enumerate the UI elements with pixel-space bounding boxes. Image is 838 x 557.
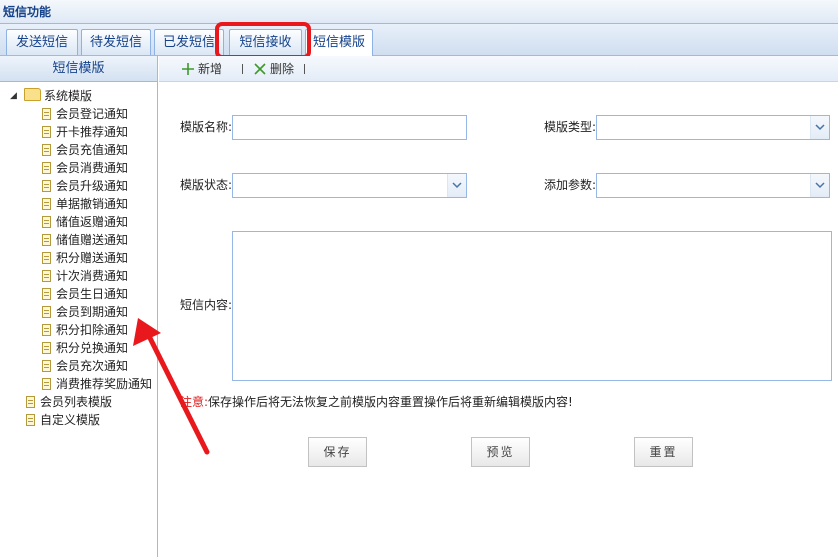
sidebar-header: 短信模版	[0, 56, 157, 82]
x-icon	[254, 63, 266, 75]
tree-leaf-label: 会员消费通知	[56, 161, 129, 175]
tree-collapse-icon[interactable]: ◢	[10, 91, 17, 101]
sms-content-label: 短信内容:	[180, 298, 233, 312]
template-status-select[interactable]	[232, 173, 467, 198]
tree-node-label: 自定义模版	[40, 413, 101, 427]
tab-sent-sms[interactable]: 已发短信	[154, 29, 224, 55]
document-icon	[42, 306, 51, 318]
tab-bar: 发送短信 待发短信 已发短信 短信接收 短信模版	[0, 24, 838, 56]
tree-leaf-template[interactable]: 积分兑换通知	[42, 339, 128, 357]
document-icon	[42, 180, 51, 192]
tree-node-template-group[interactable]: 自定义模版	[26, 411, 100, 429]
delete-label: 删除	[270, 62, 295, 76]
folder-icon	[24, 88, 41, 101]
document-icon	[42, 126, 51, 138]
tree-leaf-label: 积分扣除通知	[56, 323, 129, 337]
tree-leaf-label: 会员生日通知	[56, 287, 129, 301]
add-param-select[interactable]	[596, 173, 830, 198]
tree-leaf-label: 积分赠送通知	[56, 251, 129, 265]
template-status-label: 模版状态:	[180, 178, 233, 192]
document-icon	[42, 288, 51, 300]
tree-leaf-template[interactable]: 消费推荐奖励通知	[42, 375, 152, 393]
tree-leaf-template[interactable]: 会员充次通知	[42, 357, 128, 375]
sms-content-textarea[interactable]	[232, 231, 832, 381]
tree-leaf-template[interactable]: 会员生日通知	[42, 285, 128, 303]
add-param-label: 添加参数:	[544, 178, 597, 192]
tree-leaf-template[interactable]: 储值返赠通知	[42, 213, 128, 231]
tree-leaf-template[interactable]: 储值赠送通知	[42, 231, 128, 249]
toolbar-separator	[242, 64, 243, 74]
tree-node-label: 系统模版	[44, 89, 93, 103]
delete-button[interactable]: 删除	[253, 61, 294, 77]
document-icon	[26, 414, 35, 426]
tree-leaf-template[interactable]: 积分赠送通知	[42, 249, 128, 267]
tree-leaf-label: 储值返赠通知	[56, 215, 129, 229]
tab-pending-sms[interactable]: 待发短信	[81, 29, 151, 55]
template-type-label: 模版类型:	[544, 120, 597, 134]
tree-node-label: 会员列表模版	[40, 395, 113, 409]
tree-leaf-template[interactable]: 会员充值通知	[42, 141, 128, 159]
template-name-input[interactable]	[232, 115, 467, 140]
tree-leaf-label: 会员登记通知	[56, 107, 129, 121]
preview-button[interactable]: 预览	[471, 437, 530, 467]
tab-send-sms[interactable]: 发送短信	[6, 29, 78, 55]
tree-leaf-label: 计次消费通知	[56, 269, 129, 283]
tree-leaf-template[interactable]: 会员消费通知	[42, 159, 128, 177]
chevron-down-icon[interactable]	[810, 174, 829, 197]
tree-leaf-template[interactable]: 开卡推荐通知	[42, 123, 128, 141]
notice-prefix: 注意:	[180, 395, 209, 409]
document-icon	[42, 162, 51, 174]
tree-leaf-label: 会员充值通知	[56, 143, 129, 157]
document-icon	[42, 360, 51, 372]
tree-leaf-label: 会员升级通知	[56, 179, 129, 193]
tree-leaf-label: 积分兑换通知	[56, 341, 129, 355]
notice-text: 注意:保存操作后将无法恢复之前模版内容重置操作后将重新编辑模版内容!	[180, 393, 573, 410]
plus-icon	[182, 63, 194, 75]
reset-button[interactable]: 重置	[634, 437, 693, 467]
tree-leaf-label: 会员到期通知	[56, 305, 129, 319]
document-icon	[42, 270, 51, 282]
template-type-select[interactable]	[596, 115, 830, 140]
template-name-label: 模版名称:	[180, 120, 233, 134]
tree-leaf-label: 会员充次通知	[56, 359, 129, 373]
tab-receive-sms[interactable]: 短信接收	[229, 29, 302, 55]
tree-leaf-label: 消费推荐奖励通知	[56, 377, 153, 391]
document-icon	[42, 324, 51, 336]
document-icon	[42, 234, 51, 246]
sidebar: 短信模版 ◢ 系统模版会员登记通知 开卡推荐通知 会员充值通知 会员消费通知 会员升级通知…	[0, 56, 158, 557]
tree-leaf-template[interactable]: 会员升级通知	[42, 177, 128, 195]
chevron-down-icon[interactable]	[810, 116, 829, 139]
tree-leaf-label: 储值赠送通知	[56, 233, 129, 247]
add-button[interactable]: 新增	[181, 61, 222, 77]
tree-leaf-template[interactable]: 积分扣除通知	[42, 321, 128, 339]
toolbar: 新增 删除	[159, 56, 838, 82]
tab-sms-template[interactable]: 短信模版	[305, 29, 373, 56]
document-icon	[42, 252, 51, 264]
document-icon	[42, 342, 51, 354]
window-title: 短信功能	[0, 0, 838, 24]
tree-leaf-template[interactable]: 会员登记通知	[42, 105, 128, 123]
save-button[interactable]: 保存	[308, 437, 367, 467]
document-icon	[42, 108, 51, 120]
tree-node-system-templates[interactable]: 系统模版	[24, 87, 92, 105]
tree-leaf-template[interactable]: 计次消费通知	[42, 267, 128, 285]
tree-leaf-label: 开卡推荐通知	[56, 125, 129, 139]
tree-leaf-template[interactable]: 会员到期通知	[42, 303, 128, 321]
document-icon	[42, 378, 51, 390]
document-icon	[26, 396, 35, 408]
document-icon	[42, 198, 51, 210]
tree-leaf-label: 单据撤销通知	[56, 197, 129, 211]
tree-node-template-group[interactable]: 会员列表模版	[26, 393, 112, 411]
document-icon	[42, 144, 51, 156]
toolbar-separator	[304, 64, 305, 74]
notice-body: 保存操作后将无法恢复之前模版内容重置操作后将重新编辑模版内容!	[208, 395, 573, 409]
tree-leaf-template[interactable]: 单据撤销通知	[42, 195, 128, 213]
chevron-down-icon[interactable]	[447, 174, 466, 197]
document-icon	[42, 216, 51, 228]
add-label: 新增	[198, 62, 223, 76]
